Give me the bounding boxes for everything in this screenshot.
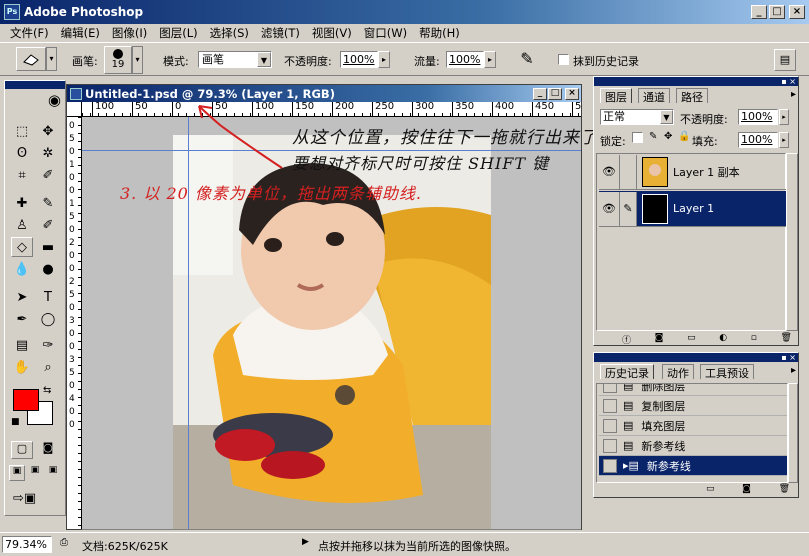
snapshot-source-checkbox[interactable] <box>603 418 617 433</box>
lock-pixels-icon[interactable]: ✎ <box>649 131 657 142</box>
history-step-icon: ▤ <box>623 399 634 412</box>
brush-indicator-icon[interactable]: ✎ <box>619 191 637 226</box>
tab-layers[interactable]: 图层 <box>600 88 632 104</box>
annotation-drag-hint: 从这个位置，按住往下一拖就行出来了 <box>292 128 598 148</box>
annotation-arrow <box>198 105 283 169</box>
lock-label: 锁定: <box>600 135 626 148</box>
zoom-input[interactable]: 79.34% <box>2 536 52 553</box>
history-item[interactable]: ▤ 新参考线 <box>599 436 787 456</box>
history-item[interactable]: ▤ 删除图层 <box>599 383 787 396</box>
history-step-icon: ▤ <box>623 439 634 452</box>
annotation-step-3: 3. 以 20 像素为单位，拖出两条辅助线. <box>120 184 422 203</box>
tab-tool-presets[interactable]: 工具预设 <box>700 364 754 380</box>
eye-icon[interactable]: 👁 <box>599 191 619 226</box>
layers-scrollbar[interactable] <box>786 153 798 331</box>
new-snapshot-icon[interactable]: ◙ <box>742 484 751 496</box>
fill-label: 填充: <box>692 135 718 148</box>
link-slot[interactable] <box>619 154 637 189</box>
status-bar: 79.34% ⎙ 文档:625K/625K ▶ 点按并拖移以抹为当前所选的图像快… <box>0 532 809 556</box>
layer-mask-icon[interactable]: ◙ <box>655 333 664 345</box>
layer-name: Layer 1 副本 <box>673 165 740 179</box>
new-document-from-state-icon[interactable]: ▭ <box>706 484 715 496</box>
history-item[interactable]: ▤ 复制图层 <box>599 396 787 416</box>
history-item-label: 填充图层 <box>641 419 686 433</box>
history-footer: ▭ ◙ 🗑 <box>706 484 790 496</box>
layer-style-icon[interactable]: ⓕ <box>622 333 631 346</box>
layers-list: 👁 Layer 1 副本 👁 ✎ Layer 1 <box>596 153 787 331</box>
history-item-label: 新参考线 <box>641 439 686 453</box>
lock-transparency-checkbox[interactable] <box>632 132 643 143</box>
history-item-label: 新参考线 <box>646 459 691 473</box>
tab-paths[interactable]: 路径 <box>676 88 708 104</box>
tab-channels[interactable]: 通道 <box>638 88 670 104</box>
history-tabbar: 历史记录 动作 工具预设 ▸ <box>594 364 798 381</box>
snapshot-source-checkbox[interactable] <box>603 384 617 393</box>
panel-close-icon[interactable]: ▪ × <box>781 77 796 86</box>
adjustment-layer-icon[interactable]: ◐ <box>719 333 727 345</box>
layer-name: Layer 1 <box>673 202 715 215</box>
layer-row[interactable]: 👁 ✎ Layer 1 <box>599 191 787 227</box>
blend-mode-select[interactable]: 正常 ▼ <box>600 109 674 125</box>
history-state-slider-icon[interactable]: ▸▤ <box>623 459 639 472</box>
layer-opacity-value: 100% <box>741 110 773 123</box>
layer-thumbnail <box>642 156 668 187</box>
trash-icon[interactable]: 🗑 <box>781 333 792 345</box>
tab-history[interactable]: 历史记录 <box>600 364 654 380</box>
trash-icon[interactable]: 🗑 <box>779 484 790 496</box>
layer-opacity-label: 不透明度: <box>680 113 728 126</box>
layers-panel: ▪ × 图层 通道 路径 ▸ 正常 ▼ 不透明度: 100% ▸ 锁定: ✎ ✥… <box>593 76 799 346</box>
snapshot-source-checkbox[interactable] <box>603 458 617 473</box>
panel-close-icon[interactable]: ▪ × <box>781 353 796 362</box>
history-panel-titlebar: ▪ × <box>594 353 798 362</box>
zoom-value: 79.34% <box>5 538 47 551</box>
panel-menu-icon[interactable]: ▸ <box>791 89 796 100</box>
status-menu-arrow-icon[interactable]: ▶ <box>302 537 309 547</box>
fill-value: 100% <box>741 133 773 146</box>
layers-tabbar: 图层 通道 路径 ▸ <box>594 88 798 105</box>
panel-menu-icon[interactable]: ▸ <box>791 365 796 376</box>
annotation-shift-hint: 要想对齐标尺时可按住 SHIFT 键 <box>292 154 550 173</box>
layers-panel-titlebar: ▪ × <box>594 77 798 86</box>
history-list: ▤ 删除图层 ▤ 复制图层 ▤ 填充图层 ▤ 新参考线 ▸▤ 新参考线 <box>596 383 788 483</box>
history-item-selected[interactable]: ▸▤ 新参考线 <box>599 456 787 476</box>
layer-opacity-input[interactable]: 100% <box>738 109 778 125</box>
chevron-down-icon: ▼ <box>660 110 673 124</box>
fill-arrow-icon[interactable]: ▸ <box>779 132 789 148</box>
document-size: 文档:625K/625K <box>82 540 168 553</box>
snapshot-source-checkbox[interactable] <box>603 438 617 453</box>
layer-opacity-arrow-icon[interactable]: ▸ <box>779 109 789 125</box>
layer-set-icon[interactable]: ▭ <box>687 333 696 345</box>
history-panel: ▪ × 历史记录 动作 工具预设 ▸ ▤ 删除图层 ▤ 复制图层 ▤ 填充图层 … <box>593 352 799 498</box>
layers-footer: ⓕ ◙ ▭ ◐ ▫ 🗑 <box>622 333 792 346</box>
eye-icon[interactable]: 👁 <box>599 165 619 178</box>
history-item[interactable]: ▤ 填充图层 <box>599 416 787 436</box>
blend-mode-value: 正常 <box>603 110 625 123</box>
snapshot-source-checkbox[interactable] <box>603 398 617 413</box>
lock-position-icon[interactable]: ✥ <box>664 131 672 142</box>
status-hint: 点按并拖移以抹为当前所选的图像快照。 <box>318 540 516 553</box>
layer-row[interactable]: 👁 Layer 1 副本 <box>599 154 787 190</box>
lock-all-icon[interactable]: 🔒 <box>678 131 690 142</box>
new-layer-icon[interactable]: ▫ <box>751 333 757 345</box>
document-profile-icon[interactable]: ⎙ <box>60 537 68 548</box>
history-step-icon: ▤ <box>623 383 634 392</box>
history-scrollbar[interactable] <box>788 383 798 483</box>
history-step-icon: ▤ <box>623 419 634 432</box>
fill-input[interactable]: 100% <box>738 132 778 148</box>
layer-thumbnail <box>642 193 668 224</box>
foreground-color-swatch[interactable] <box>13 389 39 411</box>
history-item-label: 删除图层 <box>641 383 686 393</box>
tab-actions[interactable]: 动作 <box>662 364 694 380</box>
history-item-label: 复制图层 <box>641 399 686 413</box>
